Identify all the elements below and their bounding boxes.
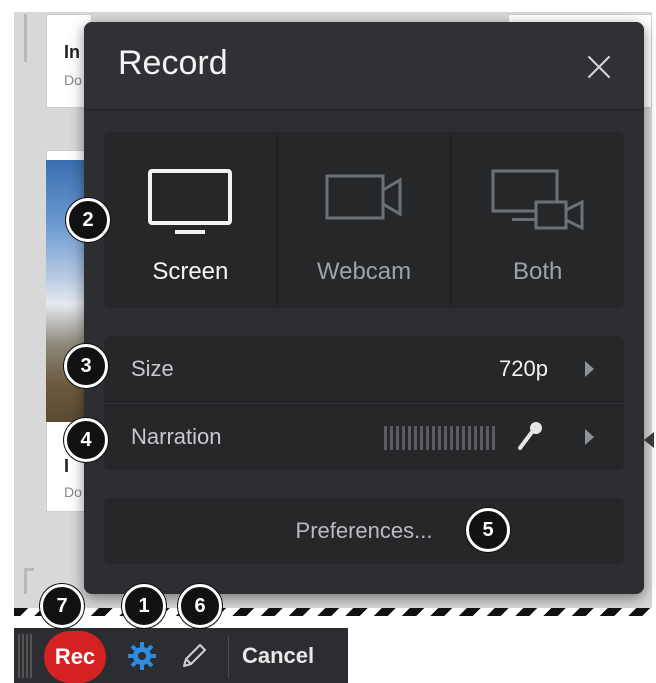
- callout-badge-2: 2: [66, 198, 110, 242]
- callout-badge-4: 4: [64, 418, 108, 462]
- size-label: Size: [131, 356, 174, 381]
- panel-header: Record: [84, 22, 644, 110]
- background-card-title: In: [64, 42, 80, 62]
- drag-handle[interactable]: [18, 634, 32, 678]
- callout-badge-7: 7: [40, 584, 84, 628]
- mode-screen-label: Screen: [152, 258, 229, 285]
- mode-webcam-button[interactable]: Webcam: [278, 132, 452, 308]
- record-mode-selector: Screen Webcam Both: [104, 132, 624, 308]
- monitor-webcam-icon: [491, 169, 584, 231]
- chevron-right-icon: [585, 429, 594, 445]
- dashed-divider: [14, 608, 654, 616]
- size-value: 720p: [499, 356, 548, 381]
- cancel-button[interactable]: Cancel: [242, 628, 314, 683]
- mode-both-button[interactable]: Both: [451, 132, 624, 308]
- preferences-label: Preferences...: [295, 518, 433, 543]
- callout-badge-6: 6: [178, 584, 222, 628]
- size-setting-row[interactable]: Size 720p: [104, 336, 624, 402]
- webcam-icon: [325, 174, 402, 220]
- callout-badge-3: 3: [64, 344, 108, 388]
- mode-both-label: Both: [512, 258, 563, 285]
- audio-level-meter: [384, 426, 496, 450]
- pencil-icon[interactable]: [178, 640, 210, 672]
- close-icon[interactable]: [584, 52, 614, 82]
- monitor-icon: [148, 169, 233, 234]
- gear-icon[interactable]: [126, 640, 158, 672]
- microphone-icon: [518, 422, 542, 450]
- callout-badge-5: 5: [466, 508, 510, 552]
- record-panel: Record Screen Webcam Both Size 720p Narr…: [84, 22, 644, 594]
- rec-button[interactable]: Rec: [44, 631, 106, 683]
- mode-webcam-label: Webcam: [316, 258, 412, 285]
- panel-title: Record: [118, 44, 228, 82]
- recorder-toolbar: Rec Cancel: [14, 628, 348, 683]
- background-card-subtitle: Do: [64, 72, 82, 88]
- mode-screen-button[interactable]: Screen: [104, 132, 278, 308]
- narration-label: Narration: [131, 424, 222, 449]
- preferences-button[interactable]: Preferences...: [104, 498, 624, 564]
- panel-pointer-arrow: [644, 432, 654, 448]
- toolbar-divider: [228, 636, 229, 678]
- background-resize-handle: [24, 568, 34, 594]
- narration-setting-row[interactable]: Narration: [104, 404, 624, 470]
- callout-badge-1: 1: [122, 584, 166, 628]
- chevron-right-icon: [585, 361, 594, 377]
- background-card-title: I: [64, 456, 70, 476]
- background-resize-handle: [24, 14, 34, 62]
- background-card-subtitle: Do: [64, 484, 82, 500]
